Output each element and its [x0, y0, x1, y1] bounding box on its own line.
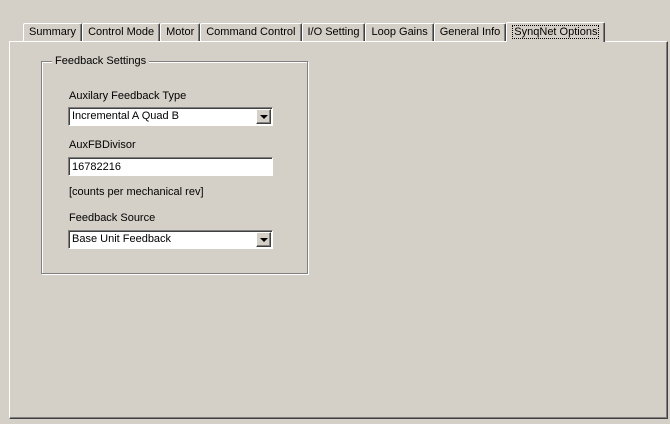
feedback-source-value: Base Unit Feedback — [72, 233, 172, 245]
feedback-settings-group: Feedback Settings Auxilary Feedback Type… — [41, 55, 308, 274]
aux-fb-divisor-label: AuxFBDivisor — [69, 139, 136, 151]
tab-general-info[interactable]: General Info — [433, 23, 507, 41]
feedback-settings-title: Feedback Settings — [52, 55, 150, 68]
tab-control-mode[interactable]: Control Mode — [82, 23, 161, 41]
tab-synqnet-options[interactable]: SynqNet Options — [506, 22, 606, 42]
aux-fb-divisor-field[interactable] — [68, 157, 273, 176]
aux-fb-divisor-units: [counts per mechanical rev] — [69, 186, 204, 198]
chevron-down-icon — [260, 238, 268, 242]
tab-io-setting[interactable]: I/O Setting — [301, 23, 366, 41]
feedback-source-dropdown[interactable]: Base Unit Feedback — [68, 230, 273, 249]
tab-loop-gains[interactable]: Loop Gains — [365, 23, 434, 41]
tab-summary[interactable]: Summary — [23, 23, 83, 41]
aux-feedback-type-label: Auxilary Feedback Type — [69, 90, 187, 102]
window: Summary Control Mode Motor Command Contr… — [0, 0, 670, 424]
tab-page-synqnet-options: Feedback Settings Auxilary Feedback Type… — [9, 41, 668, 419]
tab-motor[interactable]: Motor — [160, 23, 201, 41]
tab-command-control[interactable]: Command Control — [200, 23, 302, 41]
chevron-down-icon — [260, 115, 268, 119]
feedback-source-label: Feedback Source — [69, 212, 156, 224]
aux-feedback-type-dropdown-button[interactable] — [256, 109, 271, 124]
tab-synqnet-options-label: SynqNet Options — [512, 25, 600, 39]
aux-fb-divisor-input[interactable] — [71, 160, 267, 173]
tab-strip: Summary Control Mode Motor Command Contr… — [23, 21, 606, 42]
aux-feedback-type-value: Incremental A Quad B — [72, 110, 180, 122]
feedback-source-dropdown-button[interactable] — [256, 232, 271, 247]
aux-feedback-type-dropdown[interactable]: Incremental A Quad B — [68, 107, 273, 126]
